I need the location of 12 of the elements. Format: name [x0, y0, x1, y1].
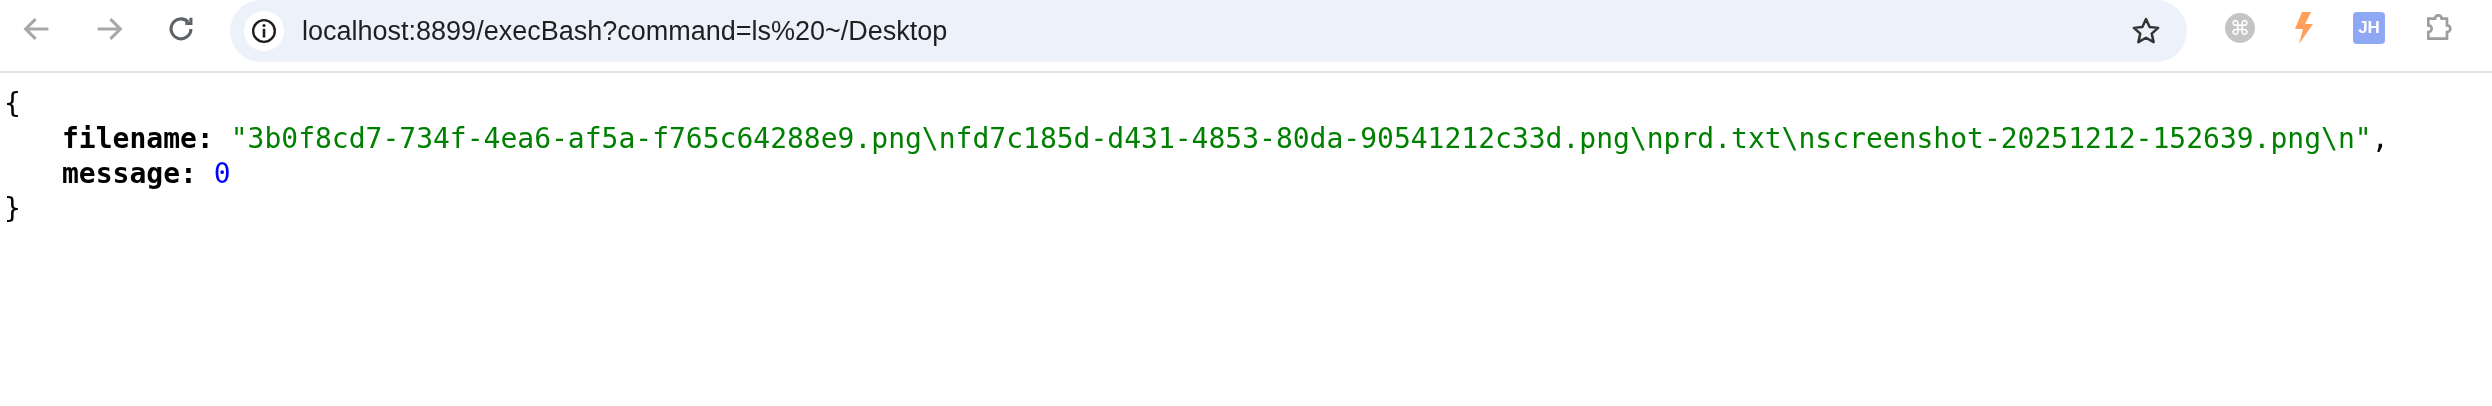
lightning-icon[interactable] — [2293, 12, 2315, 44]
json-brace: { — [4, 86, 21, 121]
json-brace: } — [4, 191, 21, 226]
json-value: "3b0f8cd7-734f-4ea6-af5a-f765c64288e9.png\nfd7c185d-d431-4853-80da-90541212c33d.png\nprd.txt\nscreenshot-20251212-152639.png\n" — [230, 121, 2372, 156]
info-icon[interactable] — [251, 18, 277, 44]
json-value: 0 — [213, 156, 231, 191]
address-bar[interactable]: localhost:8899/execBash?command=ls%20~/Desktop — [230, 0, 2187, 62]
json-key: message: — [62, 156, 197, 191]
bookmark-star-icon[interactable] — [2131, 16, 2161, 46]
json-key: filename: — [62, 121, 214, 156]
url-text[interactable]: localhost:8899/execBash?command=ls%20~/Desktop — [302, 10, 2131, 52]
json-comma: , — [2371, 121, 2389, 156]
